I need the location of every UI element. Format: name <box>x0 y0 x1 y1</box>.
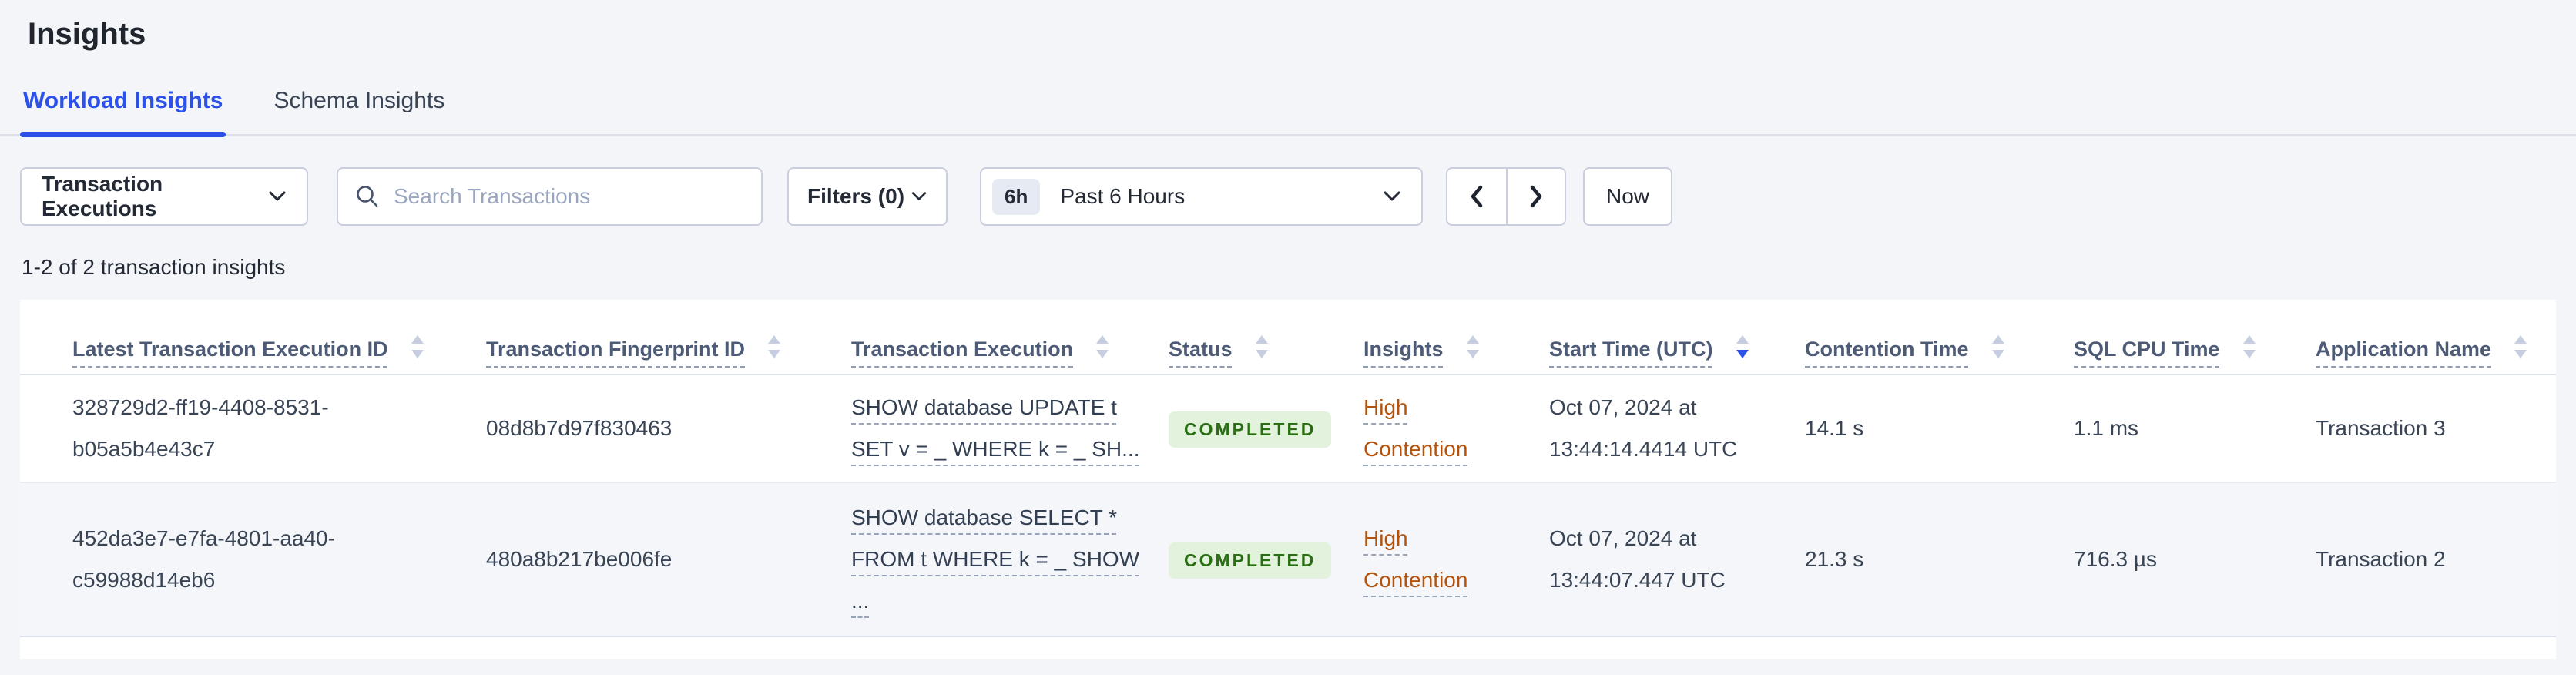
insight-link[interactable]: High Contention <box>1363 518 1479 601</box>
sort-icon <box>2514 335 2527 358</box>
cell-sql-cpu-time: 716.3 µs <box>2074 547 2157 571</box>
column-header-status[interactable]: Status <box>1169 300 1363 375</box>
cell-application-name: Transaction 2 <box>2316 547 2446 571</box>
toolbar: Transaction Executions Filters (0) 6h Pa… <box>20 167 2576 226</box>
column-header-sql-cpu-time[interactable]: SQL CPU Time <box>2074 300 2316 375</box>
column-header-latest-transaction-execution-id[interactable]: Latest Transaction Execution ID <box>20 300 486 375</box>
sort-icon <box>1991 335 2004 358</box>
column-header-insights[interactable]: Insights <box>1363 300 1549 375</box>
column-header-transaction-fingerprint-id[interactable]: Transaction Fingerprint ID <box>486 300 851 375</box>
cell-status: COMPLETED <box>1169 374 1363 482</box>
search-box[interactable] <box>337 167 763 226</box>
transaction-execution-link[interactable]: SHOW database SELECT * FROM t WHERE k = … <box>851 497 1159 622</box>
active-tab-indicator <box>20 132 226 137</box>
cell-insights: High Contention <box>1363 374 1549 482</box>
sort-icon <box>768 335 781 358</box>
chevron-down-icon <box>911 192 927 200</box>
caret-left-icon <box>1471 185 1483 208</box>
search-icon <box>357 186 378 207</box>
tab-label: Schema Insights <box>273 88 445 113</box>
cell-transaction-execution: SHOW database UPDATE t SET v = _ WHERE k… <box>851 374 1169 482</box>
next-time-range-button[interactable] <box>1506 169 1565 224</box>
insight-type-dropdown[interactable]: Transaction Executions <box>20 167 308 226</box>
cell-status: COMPLETED <box>1169 482 1363 636</box>
sort-icon-active-desc <box>1736 335 1749 358</box>
column-header-application-name[interactable]: Application Name <box>2316 300 2556 375</box>
transaction-execution-link[interactable]: SHOW database UPDATE t SET v = _ WHERE k… <box>851 387 1159 470</box>
cell-fingerprint-id: 480a8b217be006fe <box>486 547 673 571</box>
insight-type-dropdown-label: Transaction Executions <box>42 172 163 220</box>
cell-start-time: Oct 07, 2024 at 13:44:14.4414 UTC <box>1549 395 1738 461</box>
insights-table-card: Latest Transaction Execution ID Transact… <box>20 300 2556 659</box>
sort-icon <box>411 335 424 358</box>
caret-right-icon <box>1530 185 1542 208</box>
column-header-transaction-execution[interactable]: Transaction Execution <box>851 300 1169 375</box>
tab-schema-insights[interactable]: Schema Insights <box>273 88 444 134</box>
time-range-label: Past 6 Hours <box>1060 184 1186 208</box>
sort-icon <box>2242 335 2256 358</box>
transaction-insights-table: Latest Transaction Execution ID Transact… <box>20 300 2556 637</box>
time-range-picker[interactable]: 6h Past 6 Hours <box>980 167 1423 226</box>
cell-execution-id: 452da3e7-e7fa-4801-aa40-c59988d14eb6 <box>72 526 335 592</box>
tab-label: Workload Insights <box>23 88 223 113</box>
page-title: Insights <box>28 17 146 51</box>
tab-workload-insights[interactable]: Workload Insights <box>20 88 226 137</box>
cell-insights: High Contention <box>1363 482 1549 636</box>
chevron-down-icon <box>269 191 286 201</box>
tabs: Workload Insights Schema Insights <box>0 88 2576 137</box>
filters-dropdown[interactable]: Filters (0) <box>787 167 948 226</box>
insight-link[interactable]: High Contention <box>1363 387 1479 470</box>
cell-start-time: Oct 07, 2024 at 13:44:07.447 UTC <box>1549 526 1726 592</box>
now-button-label: Now <box>1605 184 1649 208</box>
table-row: 452da3e7-e7fa-4801-aa40-c59988d14eb6 480… <box>20 482 2556 636</box>
insights-page: Insights Workload Insights Schema Insigh… <box>0 15 2576 659</box>
status-badge: COMPLETED <box>1169 542 1332 579</box>
sort-icon <box>1255 335 1268 358</box>
status-badge: COMPLETED <box>1169 411 1332 448</box>
table-header-row: Latest Transaction Execution ID Transact… <box>20 300 2556 375</box>
time-range-pager <box>1446 167 1566 226</box>
sort-icon <box>1096 335 1109 358</box>
column-header-start-time[interactable]: Start Time (UTC) <box>1549 300 1805 375</box>
search-input[interactable] <box>392 183 744 210</box>
sort-icon <box>1466 335 1479 358</box>
chevron-down-icon <box>1384 191 1400 201</box>
table-row: 328729d2-ff19-4408-8531-b05a5b4e43c7 08d… <box>20 374 2556 482</box>
previous-time-range-button[interactable] <box>1447 169 1506 224</box>
cell-transaction-execution: SHOW database SELECT * FROM t WHERE k = … <box>851 482 1169 636</box>
cell-sql-cpu-time: 1.1 ms <box>2074 416 2139 440</box>
cell-fingerprint-id: 08d8b7d97f830463 <box>486 416 673 440</box>
cell-contention-time: 14.1 s <box>1805 416 1864 440</box>
results-summary: 1-2 of 2 transaction insights <box>22 255 286 279</box>
cell-application-name: Transaction 3 <box>2316 416 2446 440</box>
column-header-contention-time[interactable]: Contention Time <box>1805 300 2074 375</box>
filters-dropdown-label: Filters (0) <box>807 184 905 208</box>
time-range-badge: 6h <box>992 178 1041 215</box>
cell-execution-id: 328729d2-ff19-4408-8531-b05a5b4e43c7 <box>72 395 329 461</box>
cell-contention-time: 21.3 s <box>1805 547 1864 571</box>
now-button[interactable]: Now <box>1583 167 1672 226</box>
